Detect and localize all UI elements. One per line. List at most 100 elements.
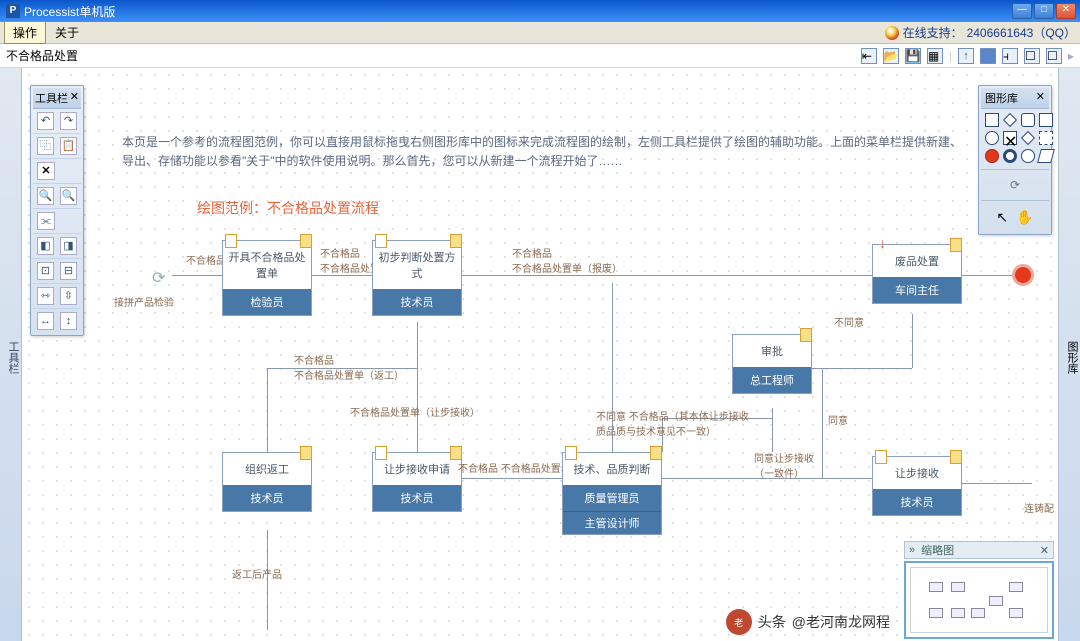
toolbox-close-icon[interactable]: ✕	[70, 90, 79, 106]
menu-operate[interactable]: 操作	[4, 21, 46, 44]
shape-rect-icon[interactable]	[985, 113, 999, 127]
tag-icon	[450, 234, 462, 248]
edge-label-11: 返工后产品	[232, 566, 282, 581]
sizeh-icon[interactable]: ↕	[60, 312, 77, 330]
alignb-icon[interactable]: ⊟	[60, 262, 77, 280]
start-link-icon[interactable]: ⟳	[152, 268, 174, 282]
disth-icon[interactable]: ⇿	[37, 287, 54, 305]
end-node-icon[interactable]	[1012, 264, 1034, 286]
tag-icon	[375, 446, 387, 460]
node-open-defect-form[interactable]: 开具不合格品处置单 检验员	[222, 240, 312, 316]
sizew-icon[interactable]: ↔	[37, 312, 54, 330]
align-icon[interactable]: ⫞	[1002, 48, 1018, 64]
minimap-title: 缩略图	[921, 542, 954, 558]
link-shape-icon[interactable]: ⟳	[1010, 178, 1020, 192]
end-label: 连铸配	[1024, 500, 1054, 515]
alignt-icon[interactable]: ⊡	[37, 262, 54, 280]
tag-icon	[875, 450, 887, 464]
edge-label-4: 不合格品 不合格品处置单（返工）	[294, 352, 404, 382]
pointer-icon[interactable]: ↖	[996, 209, 1008, 226]
node-initial-judge[interactable]: 初步判断处置方式 技术员	[372, 240, 462, 316]
edge-label-10: 不同意	[834, 314, 864, 329]
edge-label-8: 同意让步接收 （一致件）	[754, 450, 814, 480]
distv-icon[interactable]: ⇳	[60, 287, 77, 305]
shape-rect2-icon[interactable]	[1021, 113, 1035, 127]
app-icon: P	[6, 4, 20, 18]
alignr-icon[interactable]: ◨	[60, 237, 77, 255]
node-tech-quality[interactable]: 技术、品质判断 质量管理员 主管设计师	[562, 452, 662, 535]
node-title: 初步判断处置方式	[373, 241, 461, 289]
toolbox-panel[interactable]: 工具栏✕ ↶↷ ⿻📋 ✕ 🔍🔍 ⫘ ◧◨ ⊡⊟ ⇿⇳ ↔↕	[30, 85, 84, 336]
zoomin-icon[interactable]: 🔍	[37, 187, 54, 205]
document-title: 不合格品处置	[6, 47, 78, 64]
zoomout-icon[interactable]: 🔍	[60, 187, 77, 205]
watermark-suffix: @老河南龙网程	[792, 612, 890, 632]
node-title: 组织返工	[223, 453, 311, 485]
example-title: 绘图范例：不合格品处置流程	[197, 198, 379, 218]
connect-icon[interactable]: ⫘	[37, 212, 55, 230]
edge-label-1: 不合格品	[186, 252, 226, 267]
support-label: 在线支持：	[903, 24, 963, 41]
right-tab-shapelib[interactable]: 图形库	[1064, 341, 1080, 374]
chevron-icon[interactable]: »	[909, 544, 915, 556]
edge-label-5: 不合格品处置单（让步接收）	[350, 404, 480, 419]
alignl-icon[interactable]: ◧	[37, 237, 54, 255]
shapelib-close-icon[interactable]: ✕	[1036, 90, 1045, 106]
node-concession-apply[interactable]: 让步接收申请 技术员	[372, 452, 462, 512]
tag-icon	[375, 234, 387, 248]
tag-icon	[300, 234, 312, 248]
minimap-close-icon[interactable]: ✕	[1040, 544, 1049, 557]
tag-icon	[565, 446, 577, 460]
left-tabs: 工具栏 流程信息	[0, 68, 22, 641]
start-label: 接拼产品检验	[114, 294, 174, 309]
shape-diamond2-icon[interactable]	[1021, 131, 1035, 145]
down-arrow-icon: ↓	[879, 235, 893, 249]
hand-icon[interactable]: ✋	[1016, 209, 1033, 226]
node-concession-accept[interactable]: 让步接收 技术员	[872, 456, 962, 516]
node-rework[interactable]: 组织返工 技术员	[222, 452, 312, 512]
shapelib-panel[interactable]: 图形库 ✕ ✕ ⟳ ↖ ✋	[978, 85, 1052, 235]
shape-doc-icon[interactable]	[1039, 113, 1053, 127]
shapelib-title: 图形库	[985, 90, 1018, 106]
open-icon[interactable]: 📂	[883, 48, 899, 64]
watermark: 老 头条 @老河南龙网程	[726, 609, 890, 635]
move-up-icon[interactable]	[958, 48, 974, 64]
copy-icon[interactable]: ⿻	[37, 137, 54, 155]
close-button[interactable]: ✕	[1056, 3, 1076, 19]
save-icon[interactable]: 💾	[905, 48, 921, 64]
minimap-header[interactable]: » 缩略图 ✕	[904, 541, 1054, 559]
node-approval[interactable]: 审批 总工程师	[732, 334, 812, 394]
tag-icon	[450, 446, 462, 460]
shape-cross-icon[interactable]: ✕	[1003, 131, 1017, 145]
shape-text-icon[interactable]	[1039, 131, 1053, 145]
node-title: 开具不合格品处置单	[223, 241, 311, 289]
panel2-icon[interactable]: ☐	[1046, 48, 1062, 64]
node-role: 检验员	[223, 289, 311, 315]
grid-icon[interactable]: ▦	[927, 48, 943, 64]
node-role: 车间主任	[873, 277, 961, 303]
tag-icon	[225, 234, 237, 248]
panel1-icon[interactable]: ☐	[1024, 48, 1040, 64]
left-tab-toolbox[interactable]: 工具栏	[5, 337, 21, 378]
shape-stop-icon[interactable]	[985, 149, 999, 163]
shape-diamond-icon[interactable]	[1003, 113, 1017, 127]
minimap[interactable]	[904, 561, 1054, 639]
delete-icon[interactable]: ✕	[37, 162, 55, 180]
tag-icon	[950, 450, 962, 464]
redo-icon[interactable]: ↷	[60, 112, 77, 130]
import-icon[interactable]: ⇤	[861, 48, 877, 64]
layer-icon[interactable]	[980, 48, 996, 64]
shape-circle-icon[interactable]	[985, 131, 999, 145]
maximize-button[interactable]: □	[1034, 3, 1054, 19]
paste-icon[interactable]: 📋	[60, 137, 77, 155]
right-tabs: 图形库	[1058, 68, 1080, 641]
minimize-button[interactable]: —	[1012, 3, 1032, 19]
tag-icon	[300, 446, 312, 460]
node-role: 技术员	[373, 289, 461, 315]
undo-icon[interactable]: ↶	[37, 112, 54, 130]
menu-about[interactable]: 关于	[46, 21, 88, 44]
shape-conn-icon[interactable]	[1021, 149, 1035, 163]
shape-start-icon[interactable]	[1003, 149, 1017, 163]
node-scrap[interactable]: ↓ 废品处置 车间主任	[872, 244, 962, 304]
online-support-link[interactable]: 在线支持： 2406661643（QQ）	[885, 24, 1076, 41]
